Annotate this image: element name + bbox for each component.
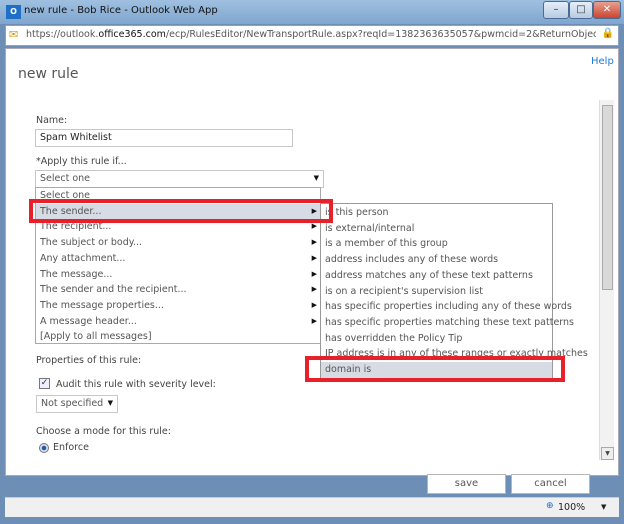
chevron-down-icon: ▼ [107,399,113,407]
severity-value: Not specified [41,398,104,409]
zoom-level[interactable]: 100% [558,502,585,513]
sender-condition-option[interactable]: has specific properties including any of… [321,299,572,315]
sender-condition-option[interactable]: is this person [321,205,552,221]
submenu-arrow-icon: ▶ [311,285,317,294]
properties-label: Properties of this rule: [36,355,142,366]
page-title: new rule [18,66,79,82]
apply-option-label: The sender and the recipient... [40,284,187,296]
submenu-arrow-icon: ▶ [311,300,317,309]
apply-label: *Apply this rule if... [36,156,127,167]
apply-option-label: The subject or body... [40,237,143,249]
audit-checkbox[interactable]: ✓ [39,378,50,389]
sender-condition-option[interactable]: has specific properties matching these t… [321,315,574,331]
apply-option[interactable]: [Apply to all messages] [36,329,320,345]
sender-condition-option[interactable]: has overridden the Policy Tip [321,331,552,347]
mode-label: Choose a mode for this rule: [36,426,171,437]
apply-option-label: The message... [40,268,113,280]
outlook-app-icon: O [6,5,21,19]
chevron-down-icon: ▼ [313,174,319,182]
sender-condition-option[interactable]: address includes any of these words [321,252,552,268]
scroll-down-button[interactable]: ▼ [601,447,614,460]
apply-option-label: The message properties... [40,299,164,311]
submenu-arrow-icon: ▶ [311,316,317,325]
apply-select-value: Select one [40,173,91,184]
highlight-box-domain [305,356,565,382]
title-bar: O new rule - Bob Rice - Outlook Web App … [0,0,624,24]
submenu-arrow-icon: ▶ [311,238,317,247]
enforce-radio[interactable] [39,443,49,453]
apply-option[interactable]: The sender and the recipient... ▶ [36,282,320,298]
enforce-label: Enforce [53,442,89,453]
apply-option-label: A message header... [40,315,137,327]
apply-option[interactable]: The message properties... ▶ [36,298,320,314]
severity-select[interactable]: Not specified ▼ [36,395,118,413]
zoom-dropdown-icon[interactable]: ▼ [601,503,606,511]
save-button[interactable]: save [427,474,506,494]
submenu-arrow-icon: ▶ [311,253,317,262]
apply-option[interactable]: Any attachment... ▶ [36,251,320,267]
lock-icon: 🔒 [601,28,614,39]
help-link[interactable]: Help [591,56,614,67]
close-button[interactable]: ✕ [593,1,621,19]
sender-submenu: is this person is external/internal is a m… [320,203,588,378]
url-path: /ecp/RulesEditor/NewTransportRule.aspx?r… [165,29,596,40]
apply-option[interactable]: The message... ▶ [36,267,320,283]
sender-condition-option[interactable]: is external/internal [321,221,552,237]
maximize-button[interactable]: □ [569,1,593,19]
apply-option[interactable]: A message header... ▶ [36,314,320,330]
url-domain: office365.com [98,29,166,40]
url-text[interactable]: https://outlook.office365.com/ecp/RulesE… [26,29,596,40]
apply-option-label: [Apply to all messages] [40,331,152,343]
name-label: Name: [36,115,68,126]
minimize-button[interactable]: – [543,1,569,19]
apply-select[interactable]: Select one ▼ [35,170,324,188]
address-bar[interactable]: ✉ https://outlook.office365.com/ecp/Rule… [5,25,619,46]
apply-option[interactable]: The subject or body... ▶ [36,235,320,251]
scrollbar-thumb[interactable] [602,105,613,290]
submenu-arrow-icon: ▶ [311,269,317,278]
zoom-icon: ⊕ [546,501,554,511]
vertical-scrollbar[interactable]: ▼ [599,100,614,460]
sender-condition-option[interactable]: address matches any of these text patter… [321,268,552,284]
audit-label: Audit this rule with severity level: [56,379,216,390]
apply-option-label: Any attachment... [40,252,126,264]
highlight-box-sender [29,199,333,223]
sender-condition-option[interactable]: is on a recipient's supervision list [321,284,552,300]
page-icon: ✉ [9,28,19,41]
sender-condition-option[interactable]: is a member of this group [321,236,552,252]
window-title: new rule - Bob Rice - Outlook Web App [24,5,218,16]
name-input[interactable]: Spam Whitelist [35,129,293,147]
url-prefix: https://outlook. [26,29,99,40]
status-bar: ⊕ 100% ▼ [5,497,619,517]
apply-option-label: The recipient... [40,221,112,233]
cancel-button[interactable]: cancel [511,474,590,494]
